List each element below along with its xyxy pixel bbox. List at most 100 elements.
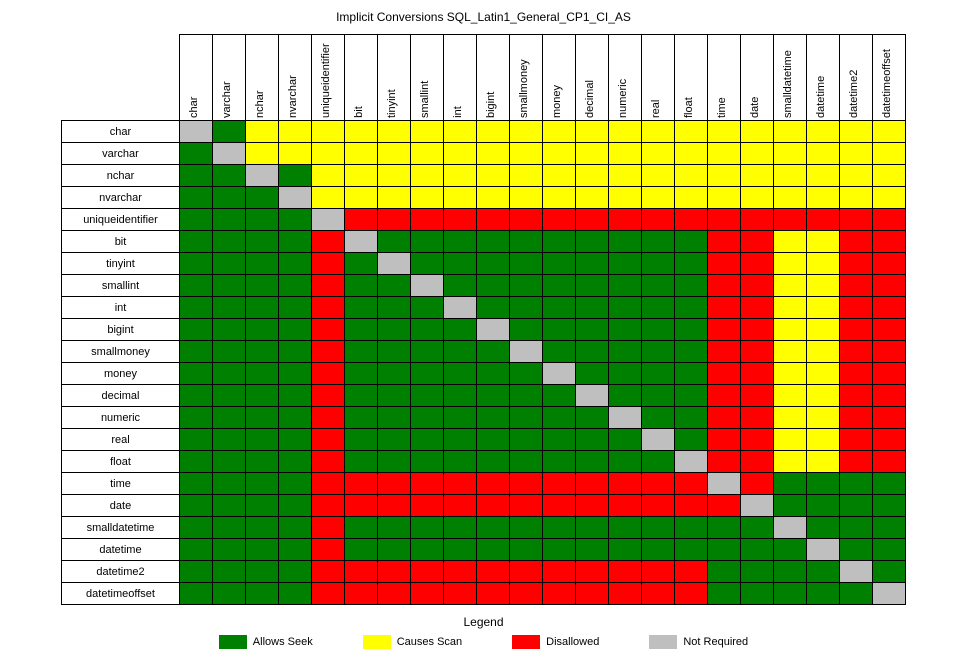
cell bbox=[312, 275, 345, 297]
cell bbox=[675, 297, 708, 319]
cell bbox=[543, 319, 576, 341]
cell bbox=[774, 253, 807, 275]
cell bbox=[609, 165, 642, 187]
cell bbox=[840, 473, 873, 495]
cell bbox=[180, 407, 213, 429]
cell bbox=[774, 429, 807, 451]
cell bbox=[543, 275, 576, 297]
cell bbox=[345, 385, 378, 407]
legend-row: Allows Seek Causes Scan Disallowed Not R… bbox=[10, 635, 957, 649]
cell bbox=[708, 341, 741, 363]
cell bbox=[609, 297, 642, 319]
col-header-label: date bbox=[749, 106, 765, 118]
cell bbox=[576, 583, 609, 605]
row-header-datetimeoffset: datetimeoffset bbox=[62, 583, 180, 605]
cell bbox=[378, 583, 411, 605]
col-header-datetimeoffset: datetimeoffset bbox=[873, 35, 906, 121]
cell bbox=[708, 429, 741, 451]
cell bbox=[378, 451, 411, 473]
table-row: nchar bbox=[62, 165, 906, 187]
cell bbox=[279, 165, 312, 187]
col-header-tinyint: tinyint bbox=[378, 35, 411, 121]
cell bbox=[642, 275, 675, 297]
col-header-smalldatetime: smalldatetime bbox=[774, 35, 807, 121]
cell bbox=[378, 363, 411, 385]
cell bbox=[477, 143, 510, 165]
row-header-money: money bbox=[62, 363, 180, 385]
cell bbox=[675, 341, 708, 363]
conversion-matrix: charvarcharncharnvarcharuniqueidentifier… bbox=[61, 34, 906, 605]
cell bbox=[312, 231, 345, 253]
cell bbox=[345, 495, 378, 517]
cell bbox=[642, 385, 675, 407]
cell bbox=[576, 319, 609, 341]
cell bbox=[279, 473, 312, 495]
cell bbox=[708, 451, 741, 473]
cell bbox=[345, 451, 378, 473]
cell bbox=[312, 341, 345, 363]
cell bbox=[807, 495, 840, 517]
cell bbox=[246, 121, 279, 143]
cell bbox=[642, 297, 675, 319]
cell bbox=[246, 539, 279, 561]
cell bbox=[576, 473, 609, 495]
cell bbox=[213, 473, 246, 495]
cell bbox=[840, 231, 873, 253]
col-header-decimal: decimal bbox=[576, 35, 609, 121]
col-header-varchar: varchar bbox=[213, 35, 246, 121]
cell bbox=[279, 275, 312, 297]
cell bbox=[444, 187, 477, 209]
cell bbox=[213, 495, 246, 517]
cell bbox=[741, 495, 774, 517]
table-row: nvarchar bbox=[62, 187, 906, 209]
cell bbox=[312, 209, 345, 231]
cell bbox=[411, 473, 444, 495]
cell bbox=[279, 209, 312, 231]
col-header-datetime: datetime bbox=[807, 35, 840, 121]
cell bbox=[246, 297, 279, 319]
cell bbox=[840, 187, 873, 209]
cell bbox=[312, 187, 345, 209]
cell bbox=[444, 121, 477, 143]
cell bbox=[510, 297, 543, 319]
cell bbox=[477, 363, 510, 385]
cell bbox=[345, 561, 378, 583]
cell bbox=[774, 297, 807, 319]
cell bbox=[378, 429, 411, 451]
cell bbox=[609, 231, 642, 253]
legend-item-allows-seek: Allows Seek bbox=[219, 635, 313, 649]
cell bbox=[840, 121, 873, 143]
cell bbox=[213, 561, 246, 583]
cell bbox=[576, 297, 609, 319]
cell bbox=[180, 451, 213, 473]
cell bbox=[180, 385, 213, 407]
cell bbox=[180, 539, 213, 561]
cell bbox=[642, 407, 675, 429]
legend-label: Allows Seek bbox=[253, 636, 313, 648]
cell bbox=[510, 539, 543, 561]
cell bbox=[840, 253, 873, 275]
cell bbox=[840, 517, 873, 539]
cell bbox=[444, 473, 477, 495]
cell bbox=[411, 297, 444, 319]
cell bbox=[246, 319, 279, 341]
cell bbox=[774, 121, 807, 143]
legend-item-causes-scan: Causes Scan bbox=[363, 635, 462, 649]
cell bbox=[708, 583, 741, 605]
cell bbox=[378, 187, 411, 209]
cell bbox=[378, 143, 411, 165]
cell bbox=[807, 583, 840, 605]
cell bbox=[609, 583, 642, 605]
cell bbox=[741, 143, 774, 165]
col-header-bit: bit bbox=[345, 35, 378, 121]
col-header-label: datetime bbox=[815, 106, 831, 118]
cell bbox=[411, 495, 444, 517]
cell bbox=[180, 363, 213, 385]
cell bbox=[807, 385, 840, 407]
cell bbox=[345, 143, 378, 165]
cell bbox=[642, 165, 675, 187]
cell bbox=[543, 231, 576, 253]
cell bbox=[411, 451, 444, 473]
cell bbox=[609, 561, 642, 583]
cell bbox=[411, 407, 444, 429]
